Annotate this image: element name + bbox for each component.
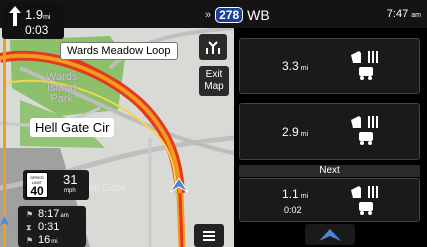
poi-distance: 2.9 mi [282, 125, 308, 139]
lane-assist-button[interactable] [199, 34, 227, 60]
poi-distance-value: 1.1 [282, 187, 299, 201]
poi-distance: 3.3 mi [282, 59, 308, 73]
route-progress-strip [0, 28, 9, 247]
next-turn-panel[interactable]: 1.9mi 0:03 [2, 2, 64, 39]
turn-distance-value: 1.9 [25, 7, 44, 22]
turn-distance: 1.9mi [25, 7, 50, 22]
highway-exit-icon [206, 41, 220, 54]
remaining-time: 0:31 [38, 221, 60, 233]
exit-map-label-line1: Exit [205, 69, 223, 80]
flag-icon: ⚑ [26, 210, 34, 219]
trip-info-panel[interactable]: ⚑ 8:17 am ⧗ 0:31 ⚑ 16 mi [18, 206, 86, 247]
straight-arrow-icon [9, 6, 21, 26]
poi-panel: 3.3 mi 2.9 mi Next 1.1 mi 0:02 [234, 28, 427, 247]
top-bar: » 278 WB 7:47 am [0, 0, 427, 28]
scroll-up-button[interactable] [305, 224, 355, 245]
menu-icon-bar [203, 234, 215, 237]
menu-icon-bar [203, 230, 215, 233]
remaining-distance-row: ⚑ 16 mi [26, 234, 58, 246]
remaining-distance-unit: mi [51, 239, 58, 245]
next-label: Next [239, 165, 420, 177]
next-road-info: » 278 WB [205, 7, 270, 23]
turn-distance-unit: mi [43, 14, 51, 21]
fuel-food-car-icon [351, 186, 378, 215]
route-direction: WB [247, 7, 270, 23]
poi-distance-unit: mi [300, 193, 309, 200]
current-street-label: Hell Gate Cir [30, 118, 115, 137]
exit-map-button[interactable]: Exit Map [199, 66, 229, 96]
remaining-time-row: ⧗ 0:31 [26, 221, 59, 233]
clock-time: 7:47 [386, 8, 409, 20]
remaining-distance: 16 [38, 234, 51, 246]
eta-suffix: am [60, 213, 69, 219]
park-label-line3: Park [50, 93, 73, 105]
poi-distance-unit: mi [300, 131, 309, 138]
turn-time: 0:03 [25, 23, 49, 37]
poi-distance-unit: mi [300, 65, 309, 72]
vehicle-position-icon [170, 178, 188, 192]
menu-icon-bar [203, 238, 215, 241]
route-shield: 278 [215, 7, 244, 23]
fuel-food-car-icon [351, 51, 378, 80]
current-speed-unit: mph [64, 188, 76, 194]
poi-time: 0:02 [284, 205, 302, 215]
distance-flag-icon: ⚑ [26, 236, 34, 245]
map-callout-label: Wards Meadow Loop [60, 42, 178, 60]
map-view[interactable]: Wards Meadow Loop Wards Island Park Hell… [0, 28, 234, 247]
current-speed: 31 [63, 172, 78, 187]
clock: 7:47 am [387, 8, 421, 20]
poi-item[interactable]: 1.1 mi 0:02 [239, 178, 420, 222]
poi-item[interactable]: 2.9 mi [239, 103, 420, 160]
poi-item[interactable]: 3.3 mi [239, 38, 420, 94]
clock-suffix: am [411, 12, 421, 19]
speed-panel: SPEED LIMIT 40 31 mph [23, 170, 89, 200]
poi-distance-value: 2.9 [282, 125, 299, 139]
speed-limit-sign: SPEED LIMIT 40 [26, 172, 48, 198]
menu-button[interactable] [194, 224, 224, 247]
eta-row: ⚑ 8:17 am [26, 208, 69, 220]
park-label: Wards Island Park [46, 72, 77, 105]
eta-value: 8:17 [38, 208, 60, 220]
exit-map-label-line2: Map [204, 81, 224, 92]
fuel-food-car-icon [351, 116, 378, 145]
chevron-up-icon [319, 228, 341, 241]
chevron-right-icon: » [205, 9, 212, 21]
poi-distance-value: 3.3 [282, 59, 299, 73]
poi-distance: 1.1 mi [282, 187, 308, 201]
hourglass-icon: ⧗ [26, 223, 32, 232]
speed-limit-value: 40 [30, 184, 44, 198]
